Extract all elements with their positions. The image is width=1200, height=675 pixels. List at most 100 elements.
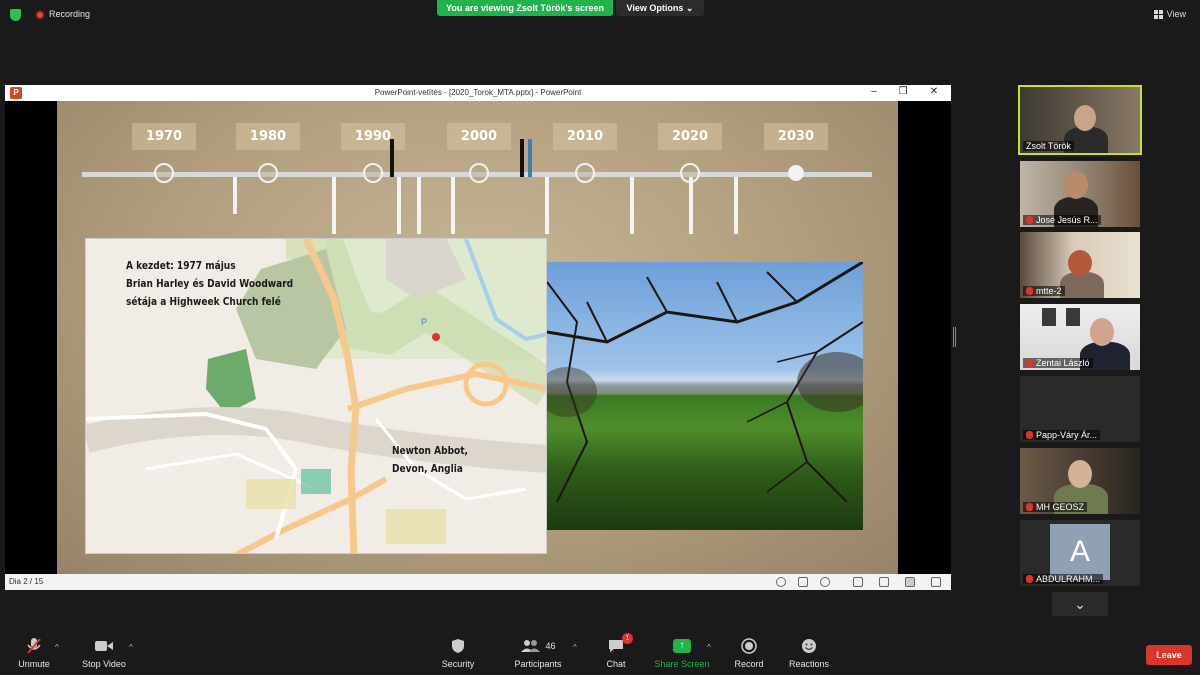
share-options-caret-icon[interactable]: ^	[707, 643, 711, 652]
participants-options-caret-icon[interactable]: ^	[573, 643, 577, 652]
timeline-year-1990: 1990	[341, 123, 405, 150]
muted-microphone-icon	[14, 637, 54, 655]
share-screen-button[interactable]: ↑ Share Screen	[654, 637, 710, 669]
muted-mic-icon	[1026, 431, 1033, 439]
timeline-year-2000: 2000	[447, 123, 511, 150]
participant-name: José Jesús R...	[1023, 215, 1101, 225]
record-icon	[732, 637, 766, 655]
chat-unread-badge: 1	[622, 633, 633, 644]
recording-icon[interactable]	[35, 10, 45, 20]
leave-button[interactable]: Leave	[1146, 645, 1192, 665]
participant-name: mtte-2	[1023, 286, 1065, 296]
view-button[interactable]: View	[1153, 9, 1186, 19]
participant-video-tile[interactable]: mtte-2	[1020, 232, 1140, 298]
location-caption-line: Devon, Anglia	[392, 463, 463, 475]
person-head	[1090, 318, 1114, 346]
view-options-label: View Options	[626, 3, 684, 13]
timeline-year-2030: 2030	[764, 123, 828, 150]
panel-splitter-handle[interactable]	[953, 327, 956, 347]
participant-video-tile[interactable]: Zentai László	[1020, 304, 1140, 370]
smiley-icon	[788, 637, 830, 655]
chevron-down-icon: ⌄	[1074, 596, 1086, 612]
timeline-tick	[734, 177, 738, 234]
stop-video-label: Stop Video	[82, 659, 126, 669]
landscape-photo	[547, 262, 863, 530]
share-screen-label: Share Screen	[654, 659, 710, 669]
slide-counter: Dia 2 / 15	[9, 577, 44, 586]
slide-menu-icon[interactable]	[798, 577, 808, 587]
slideshow-view-icon[interactable]	[931, 577, 941, 587]
person-head	[1068, 460, 1092, 488]
timeline-tick	[417, 177, 421, 234]
map-caption-line: Brian Harley és David Woodward	[126, 278, 294, 290]
recording-label[interactable]: Recording	[49, 9, 90, 19]
normal-view-icon[interactable]	[853, 577, 863, 587]
close-icon[interactable]: ✕	[927, 86, 941, 97]
timeline-tick	[451, 177, 455, 234]
minimize-icon[interactable]: –	[867, 86, 881, 97]
location-caption-line: Newton Abbot,	[392, 445, 468, 457]
wall-picture	[1066, 308, 1080, 326]
person-head	[1068, 250, 1092, 276]
participants-label: Participants	[514, 659, 562, 669]
video-camera-icon	[80, 637, 128, 655]
participant-name: ABDULRAHM...	[1023, 574, 1104, 584]
unmute-button[interactable]: Unmute	[14, 637, 54, 669]
timeline-node	[363, 163, 383, 183]
svg-text:P: P	[421, 317, 427, 327]
participant-video-tile[interactable]: Zsolt Török	[1018, 85, 1142, 155]
location-caption: Newton Abbot, Devon, Anglia	[392, 442, 468, 478]
timeline-node	[575, 163, 595, 183]
grid-view-icon	[1153, 9, 1163, 19]
muted-mic-icon	[1026, 503, 1033, 511]
chat-button[interactable]: 1 Chat	[598, 633, 634, 669]
timeline-tick	[233, 177, 237, 214]
timeline-tick	[630, 177, 634, 234]
share-screen-icon: ↑	[654, 637, 710, 655]
street-map-image: P A kezdet: 1977 május Brian Harley és D…	[85, 238, 547, 554]
timeline-year-2010: 2010	[553, 123, 617, 150]
next-slide-icon[interactable]	[820, 577, 830, 587]
reactions-button[interactable]: Reactions	[788, 637, 830, 669]
timeline-marker	[520, 139, 524, 177]
record-button[interactable]: Record	[732, 637, 766, 669]
participants-icon: 46	[510, 637, 566, 655]
map-caption-line: sétája a Highweek Church felé	[126, 296, 281, 308]
muted-mic-icon	[1026, 216, 1033, 224]
participant-video-tile[interactable]: MH GEOSZ	[1020, 448, 1140, 514]
participant-video-tile[interactable]: A ABDULRAHM...	[1020, 520, 1140, 586]
timeline-node	[258, 163, 278, 183]
map-caption-line: A kezdet: 1977 május	[126, 260, 236, 272]
participant-video-tile[interactable]: Papp-Váry Ár...	[1020, 376, 1140, 442]
record-label: Record	[734, 659, 764, 669]
timeline-year-1980: 1980	[236, 123, 300, 150]
participant-video-tile[interactable]: José Jesús R...	[1020, 161, 1140, 227]
shared-powerpoint-window: P PowerPoint-vetítés - [2020_Torok_MTA.p…	[5, 85, 951, 590]
security-button[interactable]: Security	[438, 637, 478, 669]
timeline-year-2020: 2020	[658, 123, 722, 150]
view-options-button[interactable]: View Options ⌄	[616, 0, 704, 16]
timeline-marker	[528, 139, 532, 177]
muted-mic-icon	[1026, 359, 1033, 367]
person-head	[1074, 105, 1096, 131]
participant-name: Zentai László	[1023, 358, 1093, 368]
viewing-banner: You are viewing Zsolt Török's screen	[437, 0, 613, 16]
participants-button[interactable]: 46 Participants	[510, 637, 566, 669]
stop-video-button[interactable]: Stop Video	[80, 637, 128, 669]
reading-view-icon[interactable]	[905, 577, 915, 587]
timeline-node	[154, 163, 174, 183]
audio-options-caret-icon[interactable]: ^	[55, 643, 59, 652]
muted-mic-icon	[1026, 287, 1033, 295]
timeline-tick	[397, 177, 401, 234]
slide-sorter-icon[interactable]	[879, 577, 889, 587]
gallery-scroll-down-button[interactable]: ⌄	[1052, 592, 1108, 616]
video-options-caret-icon[interactable]: ^	[129, 643, 133, 652]
slide-canvas: 1970 1980 1990 2000 2010 2020 2030 P A k…	[57, 101, 898, 574]
powerpoint-window-title: PowerPoint-vetítés - [2020_Torok_MTA.ppt…	[374, 88, 582, 97]
restore-icon[interactable]: ❐	[896, 86, 910, 97]
timeline-tick	[332, 177, 336, 234]
previous-slide-icon[interactable]	[776, 577, 786, 587]
view-label: View	[1166, 9, 1186, 19]
security-shield-icon	[438, 637, 478, 655]
encryption-shield-icon[interactable]	[10, 9, 21, 21]
